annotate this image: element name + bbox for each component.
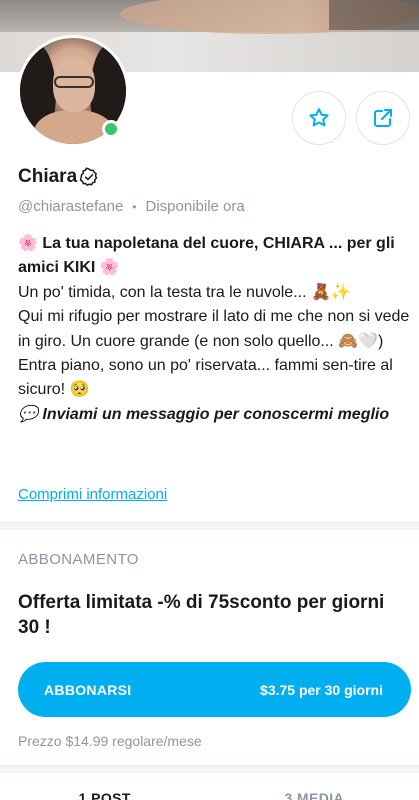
section-divider [0,522,419,530]
regular-price-text: Prezzo $14.99 regolare/mese [18,733,202,749]
share-button[interactable] [356,91,410,145]
add-to-favorites-button[interactable] [292,91,346,145]
subscribe-button[interactable]: ABBONARSI $3.75 per 30 giorni [18,662,411,717]
bio-line: 🌸 La tua napoletana del cuore, CHIARA ..… [18,235,395,277]
separator-dot: • [132,199,137,214]
profile-meta: @chiarastefane • Disponibile ora [18,198,245,215]
profile-name-row: Chiara [18,166,99,188]
availability-status: Disponibile ora [145,198,245,215]
star-icon [309,108,329,127]
profile-handle: @chiarastefane [18,198,124,215]
bio-line: 💬 Inviami un messaggio per conoscermi me… [18,405,390,423]
tab-posts[interactable]: 1 POST [0,782,210,800]
collapse-info-link[interactable]: Comprimi informazioni [18,486,167,503]
content-tabs: 1 POST 3 MEDIA [0,782,419,800]
bio-line: Entra piano, sono un po' riservata... fa… [18,357,393,399]
bio-line: Qui mi rifugio per mostrare il lato di m… [18,308,410,350]
online-status-dot [102,120,120,138]
profile-bio: 🌸 La tua napoletana del cuore, CHIARA ..… [18,232,414,427]
bio-line: Un po' timida, con la testa tra le nuvol… [18,283,351,301]
profile-name: Chiara [18,166,78,187]
subscribe-button-price: $3.75 per 30 giorni [260,681,383,698]
limited-offer-text: Offerta limitata -% di 75sconto per gior… [18,592,385,638]
tab-media[interactable]: 3 MEDIA [210,782,419,800]
subscription-section-label: ABBONAMENTO [18,551,139,568]
share-icon [374,109,392,127]
section-divider [0,765,419,773]
verified-badge-icon [79,167,98,186]
subscribe-button-label: ABBONARSI [44,681,132,698]
